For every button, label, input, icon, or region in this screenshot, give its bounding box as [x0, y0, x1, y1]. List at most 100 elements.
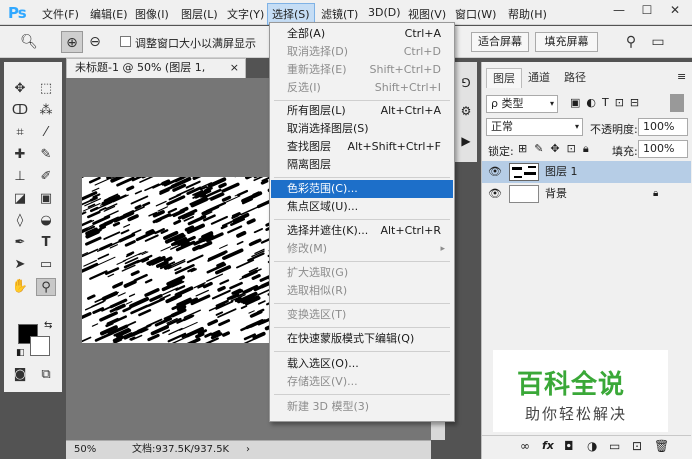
tab-layers[interactable]: 图层	[486, 68, 522, 88]
layer-row-layer1[interactable]: 👁︎ 图层 1	[482, 161, 691, 183]
history-panel-icon[interactable]: ⅁	[458, 76, 474, 92]
layer-name[interactable]: 图层 1	[545, 161, 578, 183]
menu-item-isolate-layers[interactable]: 隔离图层	[271, 156, 453, 174]
properties-panel-icon[interactable]: ⚙	[458, 104, 474, 120]
maximize-icon[interactable]: ☐	[638, 3, 656, 21]
menu-window[interactable]: 窗口(W)	[455, 6, 496, 22]
menu-item-deselect-layers[interactable]: 取消选择图层(S)	[271, 120, 453, 138]
menu-item-transform-selection[interactable]: 变换选区(T)	[271, 306, 453, 324]
background-color-swatch[interactable]	[30, 336, 50, 356]
menu-item-label: 所有图层(L)	[287, 104, 346, 117]
menu-item-find-layers[interactable]: 查找图层 Alt+Shift+Ctrl+F	[271, 138, 453, 156]
brush-tool-icon[interactable]: ✎	[36, 146, 56, 164]
lasso-tool-icon[interactable]: ↀ	[10, 102, 30, 120]
actions-play-icon[interactable]: ▶	[458, 134, 474, 150]
close-document-icon[interactable]: ×	[230, 59, 239, 77]
link-icon[interactable]: ∞	[520, 439, 530, 453]
filter-icons[interactable]: ▣◐T⊡⊟	[570, 96, 645, 109]
menu-item-select-and-mask[interactable]: 选择并遮住(K)... Alt+Ctrl+R	[271, 222, 453, 240]
eye-icon[interactable]: 👁︎	[488, 161, 502, 183]
filter-toggle-icon[interactable]	[670, 94, 684, 112]
menu-help[interactable]: 帮助(H)	[508, 6, 547, 22]
tab-channels[interactable]: 通道	[522, 68, 556, 88]
menu-item-modify[interactable]: 修改(M) ▸	[271, 240, 453, 258]
zoom-out-icon[interactable]: ⊖	[84, 31, 106, 53]
healing-brush-icon[interactable]: ✚	[10, 146, 30, 164]
menu-view[interactable]: 视图(V)	[408, 6, 446, 22]
opacity-input[interactable]: 100%	[638, 118, 688, 136]
menu-item-inverse[interactable]: 反选(I) Shift+Ctrl+I	[271, 79, 453, 97]
dodge-tool-icon[interactable]: ◒	[36, 212, 56, 230]
resize-windows-checkbox[interactable]	[120, 36, 131, 47]
menu-item-load-selection[interactable]: 载入选区(O)...	[271, 355, 453, 373]
mask-icon[interactable]: ◘	[564, 439, 574, 453]
tab-paths[interactable]: 路径	[558, 68, 592, 88]
eye-icon[interactable]: 👁︎	[488, 183, 502, 205]
type-tool-icon[interactable]: T	[36, 234, 56, 252]
menu-item-similar[interactable]: 选取相似(R)	[271, 282, 453, 300]
lock-icons[interactable]: ⊞✎✥⊡🔒︎	[518, 142, 596, 156]
close-icon[interactable]: ✕	[666, 3, 684, 21]
menu-3d[interactable]: 3D(D)	[368, 6, 401, 19]
menu-filter[interactable]: 滤镜(T)	[321, 6, 358, 22]
blend-mode-dropdown[interactable]: 正常 ▾	[486, 118, 583, 136]
menu-item-reselect[interactable]: 重新选择(E) Shift+Ctrl+D	[271, 61, 453, 79]
menu-item-grow[interactable]: 扩大选取(G)	[271, 264, 453, 282]
path-selection-icon[interactable]: ➤	[10, 256, 30, 274]
minimize-icon[interactable]: —	[610, 3, 628, 21]
workspace-icon[interactable]: ▭	[647, 31, 669, 53]
document-tab[interactable]: 未标题-1 @ 50% (图层 1, RGB/8) * ×	[66, 58, 246, 92]
menu-item-deselect[interactable]: 取消选择(D) Ctrl+D	[271, 43, 453, 61]
menu-edit[interactable]: 编辑(E)	[90, 6, 128, 22]
layer-name[interactable]: 背景	[545, 183, 567, 205]
fx-icon[interactable]: fx	[542, 439, 554, 452]
group-icon[interactable]: ▭	[609, 439, 620, 453]
menu-select[interactable]: 选择(S)	[267, 3, 315, 25]
clone-stamp-icon[interactable]: ⊥	[10, 168, 30, 186]
zoom-tool-preset-icon[interactable]: 🔍︎	[18, 31, 40, 53]
zoom-tool-icon[interactable]: ⚲	[36, 278, 56, 296]
pen-tool-icon[interactable]: ✒	[10, 234, 30, 252]
menu-item-color-range[interactable]: 色彩范围(C)...	[271, 180, 453, 198]
crop-tool-icon[interactable]: ⌗	[10, 124, 30, 142]
hand-tool-icon[interactable]: ✋	[10, 278, 30, 296]
rectangle-tool-icon[interactable]: ▭	[36, 256, 56, 274]
quick-mask-icon[interactable]: ◙	[10, 366, 30, 384]
eraser-tool-icon[interactable]: ◪	[10, 190, 30, 208]
history-brush-icon[interactable]: ✐	[36, 168, 56, 186]
menu-layer[interactable]: 图层(L)	[181, 6, 218, 22]
fill-screen-button[interactable]: 填充屏幕	[535, 32, 598, 52]
menu-item-select-all[interactable]: 全部(A) Ctrl+A	[271, 25, 453, 43]
eyedropper-icon[interactable]: ⁄	[36, 124, 56, 142]
status-menu-arrow-icon[interactable]: ›	[246, 441, 250, 458]
search-icon[interactable]: ⚲	[620, 31, 642, 53]
menu-item-all-layers[interactable]: 所有图层(L) Alt+Ctrl+A	[271, 102, 453, 120]
default-colors-icon[interactable]: ◧	[16, 348, 25, 358]
menu-type[interactable]: 文字(Y)	[227, 6, 264, 22]
trash-icon[interactable]: 🗑︎	[654, 439, 669, 453]
screen-mode-icon[interactable]: ⧉	[36, 366, 56, 384]
new-layer-icon[interactable]: ⊡	[632, 439, 642, 453]
filter-kind-dropdown[interactable]: ρ 类型 ▾	[486, 95, 558, 113]
menu-item-quick-mask[interactable]: 在快速蒙版模式下编辑(Q)	[271, 330, 453, 348]
move-tool-icon[interactable]: ✥	[10, 80, 30, 98]
zoom-level[interactable]: 50%	[74, 441, 96, 458]
menu-item-new-3d-model[interactable]: 新建 3D 模型(3)	[271, 398, 453, 416]
menu-image[interactable]: 图像(I)	[135, 6, 169, 22]
panel-menu-icon[interactable]: ≡	[677, 70, 686, 83]
gradient-tool-icon[interactable]: ▣	[36, 190, 56, 208]
menu-item-focus-area[interactable]: 焦点区域(U)...	[271, 198, 453, 216]
swap-colors-icon[interactable]: ⇆	[44, 320, 52, 331]
fit-screen-button[interactable]: 适合屏幕	[471, 32, 529, 52]
canvas-image[interactable]	[82, 177, 272, 343]
zoom-in-icon[interactable]: ⊕	[61, 31, 83, 53]
magic-wand-icon[interactable]: ⁂	[36, 102, 56, 120]
blur-tool-icon[interactable]: ◊	[10, 212, 30, 230]
menu-file[interactable]: 文件(F)	[42, 6, 79, 22]
adjustment-icon[interactable]: ◑	[587, 439, 597, 453]
layer-row-background[interactable]: 👁︎ 背景 🔒︎	[482, 183, 691, 205]
fill-input[interactable]: 100%	[638, 140, 688, 158]
marquee-tool-icon[interactable]: ⬚	[36, 80, 56, 98]
menu-item-save-selection[interactable]: 存储选区(V)...	[271, 373, 453, 391]
fill-label: 填充:	[612, 145, 638, 158]
